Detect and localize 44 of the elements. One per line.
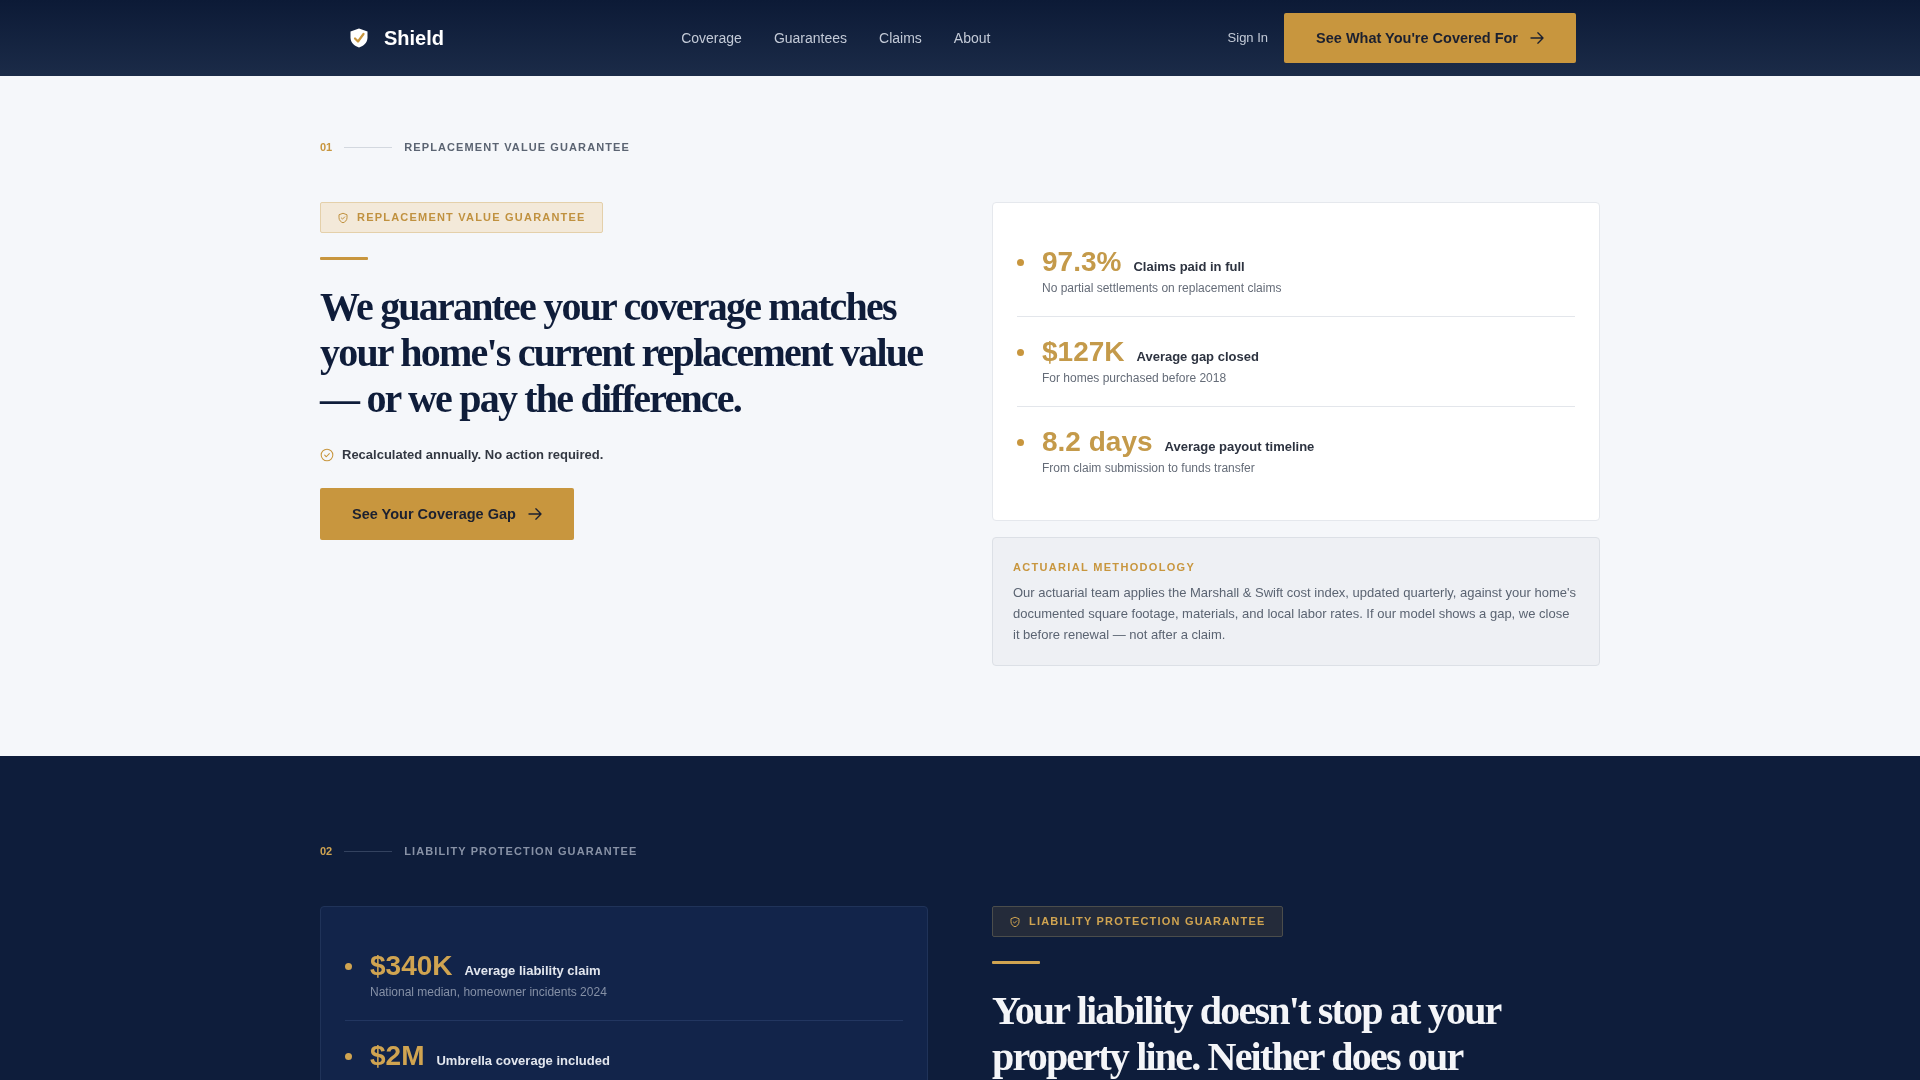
section-heading: We guarantee your coverage matches your home's current replacement value — or we pay the difference. <box>320 284 924 422</box>
check-circle-icon <box>320 448 334 462</box>
stat-value: $340K <box>370 950 453 982</box>
shield-check-icon <box>337 211 349 224</box>
stat-label: Average liability claim <box>464 963 601 979</box>
stat-label: Umbrella coverage included <box>436 1053 610 1069</box>
note-text: Recalculated annually. No action required. <box>342 446 604 464</box>
dot-icon <box>1017 349 1024 356</box>
stat-value: 8.2 days <box>1042 426 1153 458</box>
nav-link[interactable]: About <box>953 29 991 47</box>
stat-label: Average payout timeline <box>1164 439 1315 455</box>
home-link[interactable]: Shield <box>350 26 444 50</box>
stat-label: Claims paid in full <box>1133 259 1245 275</box>
dot-icon <box>345 1053 352 1060</box>
nav-link[interactable]: Claims <box>879 29 922 47</box>
covered-for-button[interactable]: See What You're Covered For <box>1284 13 1576 63</box>
section-number: 02 <box>320 844 333 858</box>
methodology-text: Our actuarial team applies the Marshall & Swift cost index, updated quarterly, against your home's documented square footage, materials, and local labor rates. If our model shows a gap, we close it before renewal — not after a claim. <box>1013 584 1577 644</box>
stat-caption: For homes purchased before 2018 <box>1042 370 1228 387</box>
stat-caption: National median, homeowner incidents 2024 <box>370 984 607 1001</box>
stat-value: $2M <box>370 1040 425 1072</box>
section-heading: Your liability doesn't stop at your property line. Neither does our <box>992 988 1502 1080</box>
arrow-right-icon <box>527 508 542 520</box>
guarantee-badge: LIABILITY PROTECTION GUARANTEE <box>992 906 1283 937</box>
section-number: 01 <box>320 140 333 154</box>
stat-value: $127K <box>1042 336 1125 368</box>
methodology-title: ACTUARIAL METHODOLOGY <box>1013 560 1197 574</box>
nav-link[interactable]: Guarantees <box>773 29 848 47</box>
shield-logo-icon <box>350 28 368 48</box>
dot-icon <box>1017 259 1024 266</box>
arrow-right-icon <box>1530 32 1544 44</box>
dot-icon <box>1017 439 1024 446</box>
sign-in-link[interactable]: Sign In <box>1227 29 1269 47</box>
section-label: REPLACEMENT VALUE GUARANTEE <box>404 140 630 154</box>
section-label: LIABILITY PROTECTION GUARANTEE <box>404 844 638 858</box>
stat-caption: No partial settlements on replacement claims <box>1042 280 1282 297</box>
stat-caption: From claim submission to funds transfer <box>1042 460 1256 477</box>
dot-icon <box>345 963 352 970</box>
coverage-gap-button[interactable]: See Your Coverage Gap <box>320 488 574 540</box>
stat-value: 97.3% <box>1042 246 1122 278</box>
shield-check-icon <box>1009 915 1021 928</box>
nav-link[interactable]: Coverage <box>681 29 742 47</box>
stat-label: Average gap closed <box>1136 349 1259 365</box>
guarantee-badge: REPLACEMENT VALUE GUARANTEE <box>320 202 603 233</box>
